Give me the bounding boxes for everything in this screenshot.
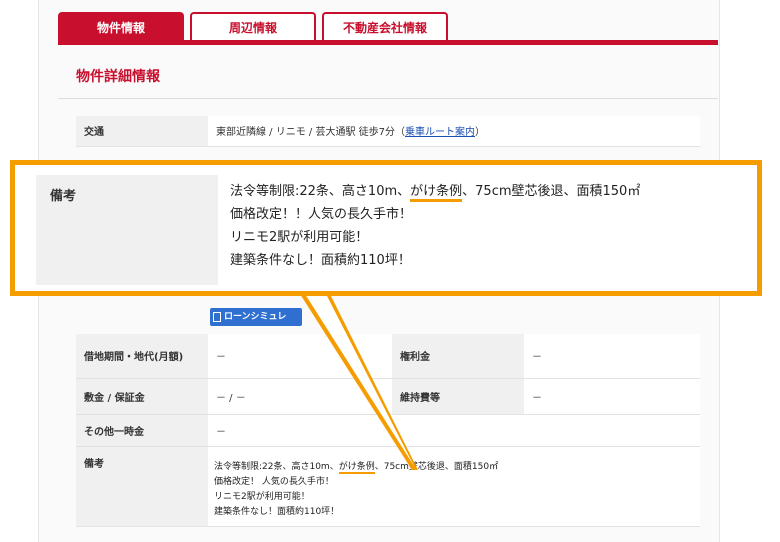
callout-line: 法令等制限:22条、高さ10m、がけ条例、75cm壁芯後退、面積150㎡ xyxy=(230,180,640,203)
callout-line: 建築条件なし！面積約110坪！ xyxy=(230,253,411,268)
callout-line: 価格改定！！人気の長久手市！ xyxy=(230,207,413,222)
callout-line: リニモ2駅が利用可能！ xyxy=(230,230,369,245)
callout-label: 備考 xyxy=(50,189,77,204)
callout-label-cell: 備考 xyxy=(36,175,218,285)
highlight-mark: がけ条例 xyxy=(410,184,463,202)
callout-text: 法令等制限:22条、高さ10m、がけ条例、75cm壁芯後退、面積150㎡ 価格改… xyxy=(230,180,640,272)
